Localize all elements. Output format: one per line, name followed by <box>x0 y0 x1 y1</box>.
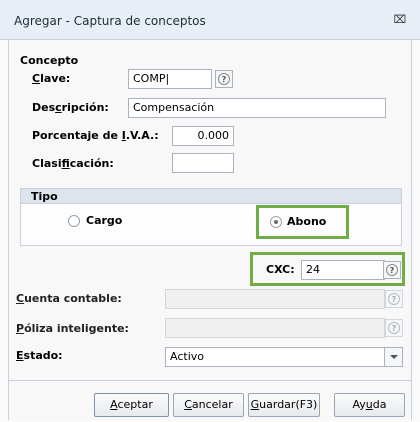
help-icon: ? <box>386 264 398 276</box>
poliza-inteligente-input <box>165 318 385 338</box>
cargo-label[interactable]: Cargo <box>86 214 122 227</box>
help-icon: ? <box>388 293 400 305</box>
concepto-section-title: Concepto <box>20 54 79 67</box>
ayuda-button[interactable]: Ayuda <box>334 393 405 417</box>
cuenta-contable-help-button: ? <box>385 290 403 308</box>
close-icon[interactable]: ⌧ <box>392 12 408 28</box>
porcentaje-iva-label: Porcentaje de I.V.A.: <box>32 129 159 142</box>
porcentaje-iva-input[interactable]: 0.000 <box>172 126 234 146</box>
estado-label: Estado: <box>16 349 63 362</box>
footer-divider <box>8 380 412 381</box>
poliza-inteligente-label: Póliza inteligente: <box>16 322 129 335</box>
cxc-label: CXC: <box>266 263 295 276</box>
poliza-inteligente-help-button: ? <box>385 319 403 337</box>
tipo-group-header: Tipo <box>20 188 402 204</box>
estado-selected-value: Activo <box>170 350 204 363</box>
clave-help-button[interactable]: ? <box>215 70 233 88</box>
help-icon: ? <box>218 73 230 85</box>
abono-radio[interactable] <box>270 216 282 228</box>
cargo-radio[interactable] <box>68 215 80 227</box>
aceptar-button[interactable]: Aceptar <box>94 393 169 417</box>
clave-label: Clave: <box>32 72 71 85</box>
descripcion-label: Descripción: <box>32 101 109 114</box>
chevron-down-icon[interactable] <box>384 348 402 366</box>
cxc-help-button[interactable]: ? <box>383 261 401 279</box>
abono-label[interactable]: Abono <box>287 215 326 228</box>
title-bar: Agregar - Captura de conceptos ⌧ <box>0 0 420 40</box>
cuenta-contable-input <box>165 289 385 309</box>
dialog-window: Agregar - Captura de conceptos ⌧ Concept… <box>0 0 420 422</box>
cuenta-contable-label: Cuenta contable: <box>16 292 122 305</box>
descripcion-input[interactable]: Compensación <box>128 98 386 118</box>
guardar-button[interactable]: Guardar(F3) <box>248 393 320 417</box>
window-title: Agregar - Captura de conceptos <box>14 14 206 28</box>
clave-input[interactable]: COMP| <box>128 69 212 89</box>
estado-select[interactable]: Activo <box>165 347 403 367</box>
cxc-input[interactable]: 24 <box>301 260 385 280</box>
clasificacion-input[interactable] <box>172 153 234 173</box>
clasificacion-label: Clasificación: <box>32 157 114 170</box>
cancelar-button[interactable]: Cancelar <box>173 393 244 417</box>
tipo-title: Tipo <box>31 190 58 203</box>
help-icon: ? <box>388 322 400 334</box>
